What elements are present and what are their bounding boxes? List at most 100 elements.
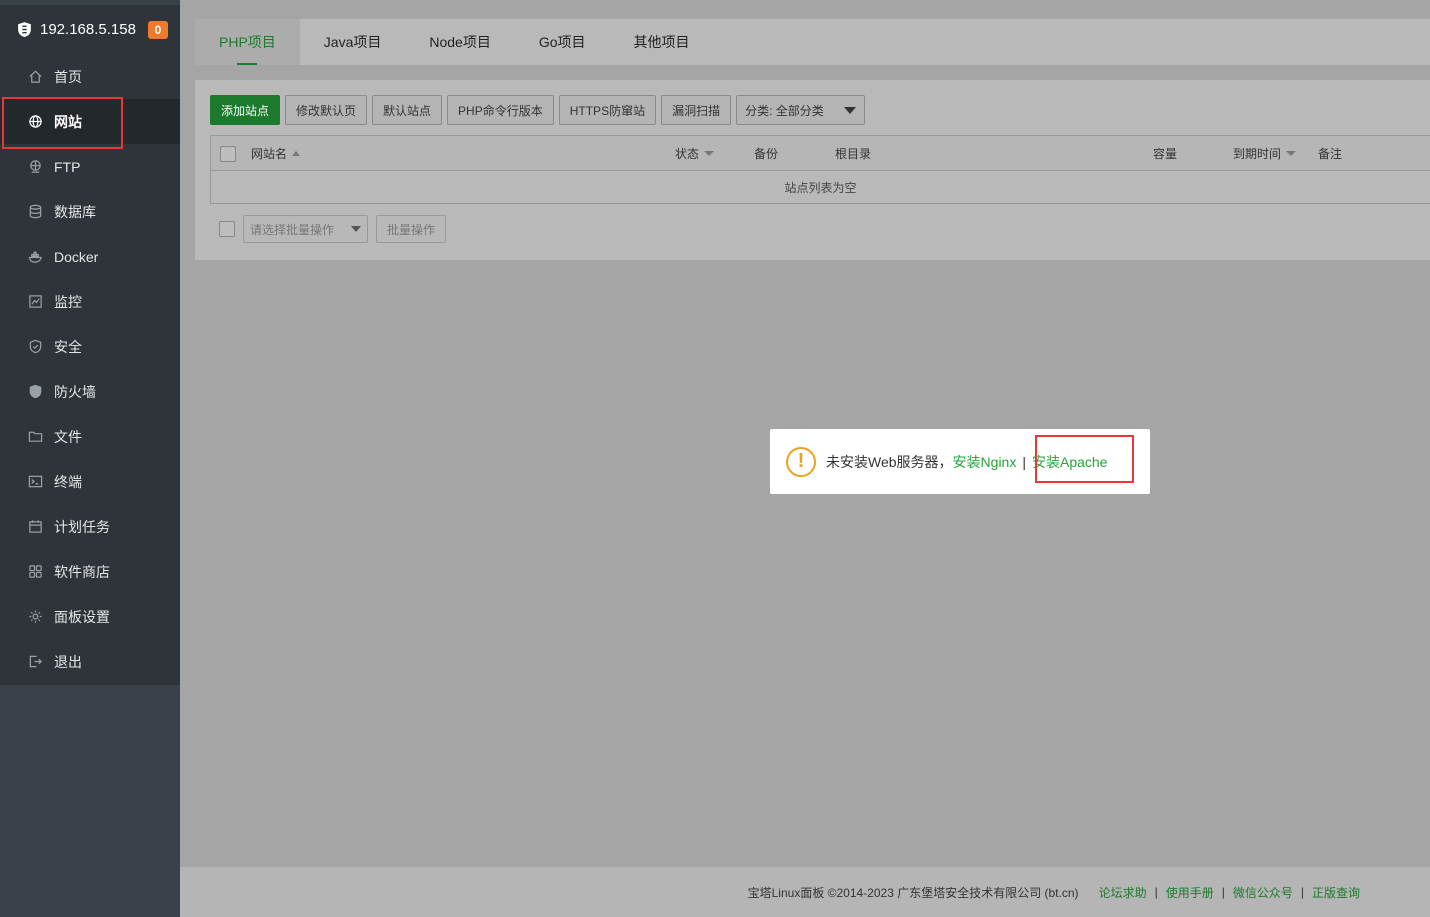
col-label: 状态 <box>675 147 700 161</box>
sidebar-item-label: 数据库 <box>54 203 96 220</box>
php-cli-version-button[interactable]: PHP命令行版本 <box>447 95 554 125</box>
footer-link-manual[interactable]: 使用手册 <box>1166 884 1214 901</box>
footer-separator: | <box>1300 885 1304 899</box>
sidebar-item-label: FTP <box>54 158 81 175</box>
sidebar-item-database[interactable]: 数据库 <box>0 189 180 234</box>
sidebar-item-label: 首页 <box>54 68 82 85</box>
sidebar-item-label: 面板设置 <box>54 608 110 625</box>
firewall-icon <box>27 384 43 400</box>
col-capacity: 容量 <box>1153 136 1177 171</box>
chevron-down-icon <box>844 106 857 114</box>
sidebar-item-firewall[interactable]: 防火墙 <box>0 369 180 414</box>
toolbar: 添加站点 修改默认页 默认站点 PHP命令行版本 HTTPS防窜站 漏洞扫描 分… <box>210 95 866 125</box>
tab-java[interactable]: Java项目 <box>300 19 406 65</box>
shield-check-icon <box>27 339 43 355</box>
footer-link-license[interactable]: 正版查询 <box>1312 884 1360 901</box>
footer: 宝塔Linux面板 ©2014-2023 广东堡塔安全技术有限公司 (bt.cn… <box>180 867 1430 917</box>
edit-default-page-button[interactable]: 修改默认页 <box>285 95 368 125</box>
sidebar-item-website[interactable]: 网站 <box>0 99 180 144</box>
sidebar-item-home[interactable]: 首页 <box>0 54 180 99</box>
sidebar-item-label: 网站 <box>54 113 82 130</box>
globe-icon <box>27 114 43 130</box>
install-apache-link[interactable]: 安装Apache <box>1032 452 1107 472</box>
chevron-down-icon <box>351 226 361 232</box>
sidebar-item-label: 终端 <box>54 473 82 490</box>
add-site-button[interactable]: 添加站点 <box>210 95 281 125</box>
sidebar-item-security[interactable]: 安全 <box>0 324 180 369</box>
sidebar-item-logout[interactable]: 退出 <box>0 639 180 684</box>
sidebar-item-label: 文件 <box>54 428 82 445</box>
web-server-not-installed-dialog: ! 未安装Web服务器， 安装Nginx | 安装Apache <box>770 429 1150 494</box>
host-address: 192.168.5.158 <box>40 21 136 38</box>
tab-go[interactable]: Go项目 <box>515 19 610 65</box>
footer-link-forum[interactable]: 论坛求助 <box>1099 884 1147 901</box>
notification-badge[interactable]: 0 <box>147 20 168 39</box>
sidebar-item-label: 安全 <box>54 338 82 355</box>
sidebar-item-label: 退出 <box>54 653 82 670</box>
batch-checkbox[interactable] <box>219 221 235 237</box>
category-select-value: 分类: 全部分类 <box>745 103 824 118</box>
footer-link-wechat[interactable]: 微信公众号 <box>1233 884 1293 901</box>
home-icon <box>27 69 43 85</box>
col-status[interactable]: 状态 <box>675 136 715 171</box>
col-root-dir: 根目录 <box>835 136 871 171</box>
sidebar-item-cron[interactable]: 计划任务 <box>0 504 180 549</box>
sidebar-item-monitor[interactable]: 监控 <box>0 279 180 324</box>
calendar-icon <box>27 519 43 535</box>
sort-desc-icon <box>704 151 715 156</box>
col-label: 备注 <box>1318 147 1343 161</box>
empty-row: 站点列表为空 <box>210 171 1430 204</box>
database-icon <box>27 204 43 220</box>
tab-node[interactable]: Node项目 <box>405 19 514 65</box>
apps-icon <box>27 564 43 580</box>
sidebar-item-label: 监控 <box>54 293 82 310</box>
shield-logo-icon <box>18 22 31 37</box>
footer-copyright: 宝塔Linux面板 ©2014-2023 广东堡塔安全技术有限公司 (bt.cn… <box>747 885 1079 900</box>
tab-other[interactable]: 其他项目 <box>610 19 714 65</box>
sidebar-item-terminal[interactable]: 终端 <box>0 459 180 504</box>
select-all-checkbox[interactable] <box>220 145 236 162</box>
sidebar-item-settings[interactable]: 面板设置 <box>0 594 180 639</box>
batch-operation-select[interactable]: 请选择批量操作 <box>243 215 368 243</box>
col-backup: 备份 <box>754 136 778 171</box>
ftp-icon <box>27 159 43 175</box>
terminal-icon <box>27 474 43 490</box>
footer-separator: | <box>1221 885 1225 899</box>
dialog-separator: | <box>1022 453 1026 470</box>
sidebar-item-ftp[interactable]: FTP <box>0 144 180 189</box>
footer-separator: | <box>1154 885 1158 899</box>
col-label: 根目录 <box>835 147 872 161</box>
sidebar-menu: 192.168.5.158 0 首页 网站 FTP 数据库 Docker 监控 <box>0 5 180 685</box>
sidebar-item-label: Docker <box>54 248 99 265</box>
monitor-icon <box>27 294 43 310</box>
sidebar-item-app-store[interactable]: 软件商店 <box>0 549 180 594</box>
gear-icon <box>27 609 43 625</box>
sidebar-item-label: 软件商店 <box>54 563 110 580</box>
https-anti-hijack-button[interactable]: HTTPS防窜站 <box>558 95 657 125</box>
install-nginx-link[interactable]: 安装Nginx <box>953 452 1017 472</box>
col-label: 备份 <box>754 147 779 161</box>
batch-select-placeholder: 请选择批量操作 <box>250 222 335 237</box>
sidebar-item-files[interactable]: 文件 <box>0 414 180 459</box>
sidebar-item-label: 防火墙 <box>54 383 96 400</box>
sidebar: 192.168.5.158 0 首页 网站 FTP 数据库 Docker 监控 <box>0 0 180 917</box>
docker-icon <box>27 249 43 265</box>
sidebar-item-docker[interactable]: Docker <box>0 234 180 279</box>
col-site-name[interactable]: 网站名 <box>251 136 301 171</box>
select-all-checkbox-cell <box>220 136 236 171</box>
folder-icon <box>27 429 43 445</box>
warning-icon: ! <box>786 446 816 477</box>
default-site-button[interactable]: 默认站点 <box>372 95 443 125</box>
sort-asc-icon <box>292 151 301 156</box>
col-label: 网站名 <box>251 147 288 161</box>
site-table: 网站名 状态 备份 根目录 容量 到期时间 备注 站点列表为空 <box>210 135 1430 204</box>
category-select[interactable]: 分类: 全部分类 <box>736 95 866 125</box>
site-panel: 添加站点 修改默认页 默认站点 PHP命令行版本 HTTPS防窜站 漏洞扫描 分… <box>195 80 1430 260</box>
col-expire[interactable]: 到期时间 <box>1233 136 1297 171</box>
col-label: 容量 <box>1153 147 1178 161</box>
batch-operation-button[interactable]: 批量操作 <box>376 215 447 243</box>
batch-bar: 请选择批量操作 批量操作 <box>219 215 447 243</box>
vuln-scan-button[interactable]: 漏洞扫描 <box>661 95 732 125</box>
sidebar-header: 192.168.5.158 0 <box>0 5 180 54</box>
tab-php[interactable]: PHP项目 <box>195 19 300 65</box>
